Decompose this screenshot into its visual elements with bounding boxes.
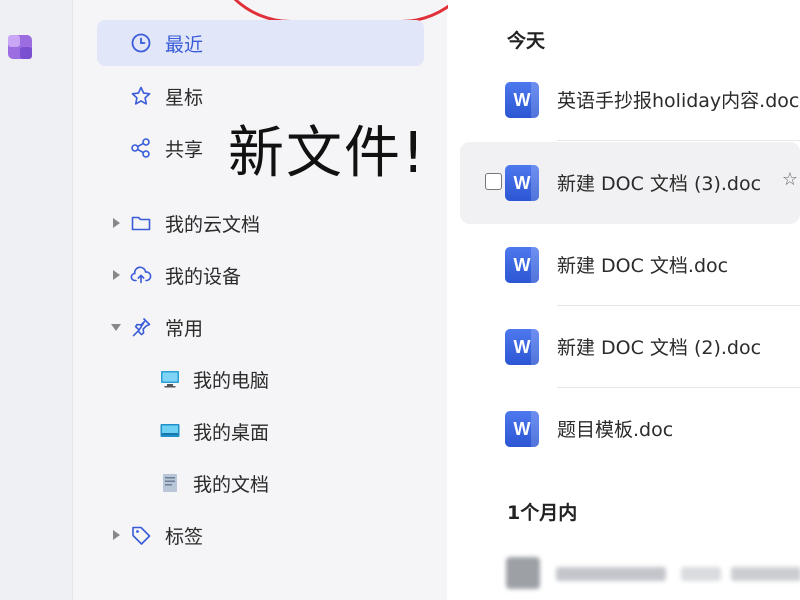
folder-icon bbox=[131, 216, 151, 231]
row-checkbox[interactable] bbox=[485, 173, 502, 190]
file-name: 题目模板.doc bbox=[557, 419, 674, 441]
file-name: 新建 DOC 文档 (3).doc bbox=[557, 173, 762, 195]
group-title-within-month: 1个月内 bbox=[507, 502, 578, 524]
file-row[interactable]: W 题目模板.doc bbox=[448, 388, 800, 470]
word-doc-icon: W bbox=[505, 247, 539, 283]
nav-item-frequent[interactable]: 常用 bbox=[97, 304, 424, 350]
sub-item-my-computer[interactable]: 我的电脑 bbox=[143, 357, 423, 401]
clock-icon bbox=[131, 33, 151, 53]
file-row[interactable]: W 英语手抄报holiday内容.doc bbox=[448, 59, 800, 141]
expand-arrow-icon[interactable] bbox=[113, 218, 120, 228]
expand-arrow-icon[interactable] bbox=[113, 270, 120, 280]
nav-item-my-devices[interactable]: 我的设备 bbox=[97, 252, 424, 298]
expand-arrow-icon[interactable] bbox=[113, 530, 120, 540]
new-file-annotation: 新文件! bbox=[228, 121, 427, 186]
desktop-icon bbox=[160, 424, 180, 437]
word-doc-icon: W bbox=[505, 165, 539, 201]
nav-item-label: 共享 bbox=[165, 138, 204, 161]
tag-icon bbox=[132, 526, 151, 545]
sub-item-my-documents[interactable]: 我的文档 bbox=[143, 461, 423, 505]
word-doc-icon: W bbox=[505, 82, 539, 118]
file-row-hovered[interactable]: W 新建 DOC 文档 (3).doc ☆ bbox=[460, 142, 800, 224]
app-rail bbox=[0, 0, 73, 600]
nav-item-recent[interactable]: 最近 bbox=[97, 20, 424, 66]
group-title-today: 今天 bbox=[507, 30, 546, 52]
word-doc-icon: W bbox=[505, 411, 539, 447]
file-name: 英语手抄报holiday内容.doc bbox=[557, 90, 800, 112]
pin-icon bbox=[132, 317, 151, 337]
file-name: 新建 DOC 文档 (2).doc bbox=[557, 337, 762, 359]
star-outline-icon[interactable]: ☆ bbox=[782, 169, 798, 190]
document-icon bbox=[163, 474, 177, 492]
cloud-upload-icon bbox=[130, 266, 152, 284]
navigation-panel: 最近 星标 共享 我的云文档 我的设备 常用 我的电脑 我的桌面 我的文档 标签 bbox=[73, 0, 484, 600]
nav-item-label: 我的云文档 bbox=[165, 213, 261, 236]
nav-item-label: 常用 bbox=[165, 317, 204, 340]
computer-icon bbox=[161, 371, 179, 388]
share-icon bbox=[131, 138, 150, 158]
collapse-arrow-icon[interactable] bbox=[111, 324, 121, 331]
nav-item-label: 我的设备 bbox=[165, 265, 242, 288]
app-logo-icon[interactable] bbox=[6, 33, 34, 61]
nav-item-tags[interactable]: 标签 bbox=[97, 512, 424, 558]
sub-item-label: 我的桌面 bbox=[193, 421, 270, 444]
blurred-file-row[interactable] bbox=[506, 555, 800, 591]
nav-item-label: 最近 bbox=[165, 33, 204, 56]
star-icon bbox=[131, 86, 151, 105]
nav-item-my-cloud-docs[interactable]: 我的云文档 bbox=[97, 200, 424, 246]
file-name: 新建 DOC 文档.doc bbox=[557, 255, 729, 277]
row-divider bbox=[557, 140, 800, 141]
file-list: 今天 W 英语手抄报holiday内容.doc W 新建 DOC 文档 (3).… bbox=[448, 0, 800, 600]
file-row[interactable]: W 新建 DOC 文档 (2).doc bbox=[448, 306, 800, 388]
word-doc-icon: W bbox=[505, 329, 539, 365]
sub-item-my-desktop[interactable]: 我的桌面 bbox=[143, 409, 423, 453]
file-row[interactable]: W 新建 DOC 文档.doc bbox=[448, 224, 800, 306]
nav-item-label: 星标 bbox=[165, 86, 204, 109]
nav-item-label: 标签 bbox=[165, 525, 204, 548]
sub-item-label: 我的文档 bbox=[193, 473, 270, 496]
sub-item-label: 我的电脑 bbox=[193, 369, 270, 392]
